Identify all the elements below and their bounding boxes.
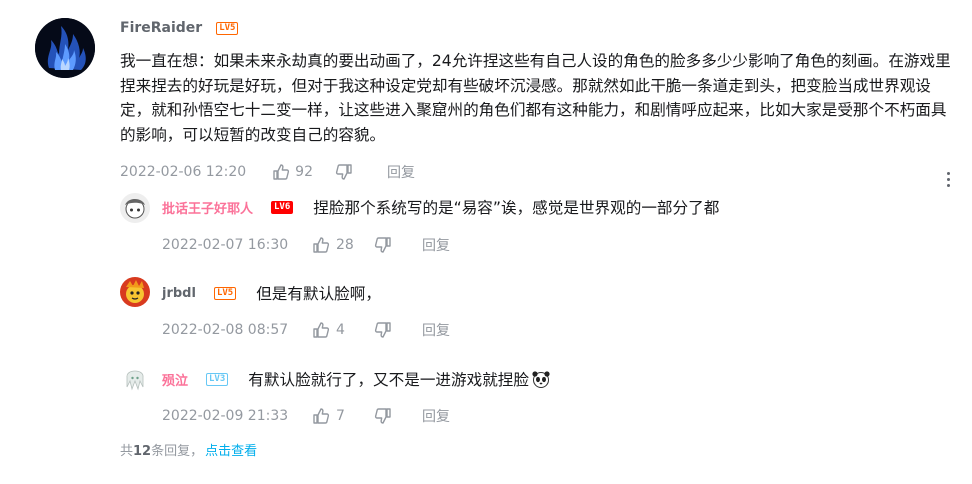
reply-text: 但是有默认脸啊， — [256, 285, 381, 303]
comment-header: FireRaider LV5 — [120, 20, 239, 36]
reply-line: 批话王子好耶人 LV6 捏脸那个系统写的是“易容”诶，感觉是世界观的一部分了都 — [162, 196, 719, 218]
avatar[interactable] — [120, 277, 150, 307]
reply-text-content: 有默认脸就行了，又不是一进游戏就捏脸 — [248, 371, 529, 389]
level-badge: LV5 — [216, 21, 239, 35]
username[interactable]: FireRaider — [120, 20, 202, 36]
level-badge: LV6 — [271, 200, 294, 214]
dislike-button[interactable] — [335, 163, 353, 181]
reply-line: jrbdl LV5 但是有默认脸啊， — [162, 282, 381, 304]
thumbs-up-icon — [312, 321, 330, 339]
like-count: 28 — [336, 237, 354, 253]
timestamp: 2022-02-09 21:33 — [162, 408, 289, 424]
thumbs-up-icon — [312, 236, 330, 254]
anime-avatar-icon — [120, 193, 150, 223]
reply-text: 有默认脸就行了，又不是一进游戏就捏脸 — [248, 368, 551, 390]
username[interactable]: jrbdl — [162, 286, 196, 301]
reply-button[interactable]: 回复 — [387, 162, 415, 182]
comment-text: 我一直在想：如果未来永劫真的要出动画了，24允许捏这些有自己人设的角色的脸多多少… — [120, 52, 951, 144]
level-badge: LV5 — [213, 286, 237, 300]
reply-line: 殒泣 LV3 有默认脸就行了，又不是一进游戏就捏脸 — [162, 368, 551, 390]
reply-button[interactable]: 回复 — [422, 235, 450, 255]
reply-meta: 2022-02-07 16:30 28 回复 — [162, 235, 450, 255]
username[interactable]: 批话王子好耶人 — [162, 198, 253, 217]
reply-count: 12 — [133, 444, 152, 459]
reply-button[interactable]: 回复 — [422, 406, 450, 426]
view-all-replies-link[interactable]: 点击查看 — [205, 444, 257, 459]
reply-text: 捏脸那个系统写的是“易容”诶，感觉是世界观的一部分了都 — [313, 199, 720, 217]
username[interactable]: 殒泣 — [162, 370, 188, 389]
dislike-button[interactable] — [374, 407, 422, 425]
like-button[interactable]: 4 — [312, 321, 374, 339]
reply-button[interactable]: 回复 — [422, 320, 450, 340]
like-button[interactable]: 7 — [312, 407, 374, 425]
avatar[interactable] — [120, 193, 150, 223]
avatar[interactable] — [35, 18, 95, 78]
cartoon-avatar-icon — [120, 277, 150, 307]
thumbs-down-icon — [374, 236, 392, 254]
summary-suffix: 条回复， — [151, 444, 204, 459]
thumbs-up-icon — [312, 407, 330, 425]
reply-summary: 共12条回复， 点击查看 — [120, 440, 257, 459]
comment-meta: 2022-02-06 12:20 92 回复 — [120, 162, 415, 182]
thumbs-down-icon — [374, 407, 392, 425]
summary-prefix: 共 — [120, 444, 134, 459]
avatar[interactable] — [120, 363, 150, 393]
flame-avatar-icon — [35, 18, 95, 78]
timestamp: 2022-02-08 08:57 — [162, 322, 289, 338]
comment-thread: FireRaider LV5 我一直在想：如果未来永劫真的要出动画了，24允许捏… — [0, 0, 972, 484]
level-badge: LV3 — [206, 372, 229, 386]
like-count: 4 — [336, 322, 345, 338]
thumbs-up-icon — [272, 163, 290, 181]
like-count: 92 — [295, 164, 313, 180]
like-button[interactable]: 92 — [272, 163, 313, 181]
like-count: 7 — [336, 408, 345, 424]
panda-emoji-icon — [532, 371, 550, 388]
thumbs-down-icon — [374, 321, 392, 339]
timestamp: 2022-02-06 12:20 — [120, 164, 247, 180]
dislike-button[interactable] — [374, 321, 422, 339]
dislike-button[interactable] — [374, 236, 422, 254]
like-button[interactable]: 28 — [312, 236, 374, 254]
timestamp: 2022-02-07 16:30 — [162, 237, 289, 253]
reply-meta: 2022-02-09 21:33 7 回复 — [162, 406, 450, 426]
reply-meta: 2022-02-08 08:57 4 回复 — [162, 320, 450, 340]
thumbs-down-icon — [335, 163, 353, 181]
white-hair-avatar-icon — [120, 363, 150, 393]
more-vertical-icon[interactable] — [940, 168, 956, 190]
